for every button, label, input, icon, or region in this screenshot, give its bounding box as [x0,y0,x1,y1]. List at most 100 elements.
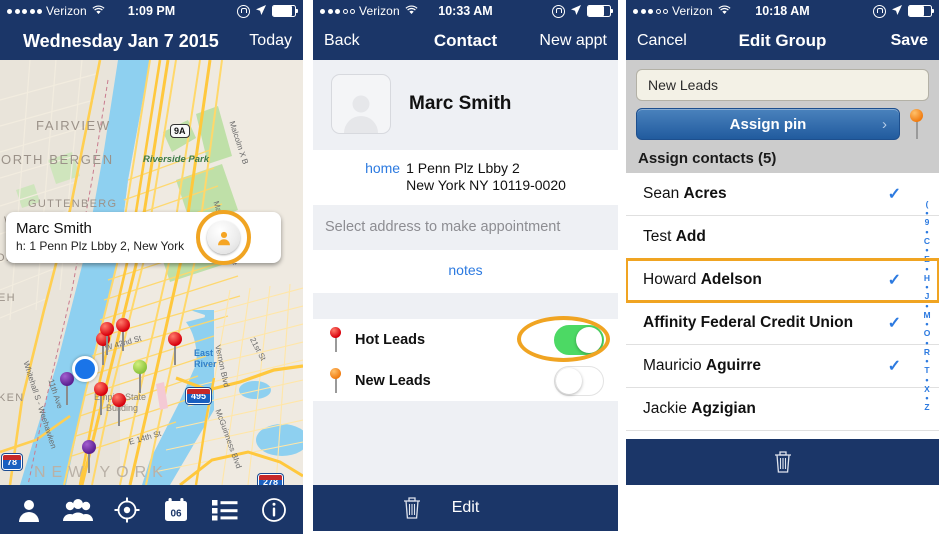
notes-link[interactable]: notes [448,262,482,278]
status-bar-group: Verizon 10:18 AM [626,0,939,22]
battery-icon [587,5,613,17]
select-address-row[interactable]: Select address to make appointment [313,205,618,250]
map-graphics [0,60,303,485]
sidebar-item-info[interactable] [253,493,295,527]
cancel-button[interactable]: Cancel [637,32,687,50]
status-bar-map: Verizon 1:09 PM [0,0,303,22]
nav-bar-contact: Back Contact New appt [313,22,618,60]
interstate-shield-278: 278 [258,474,284,485]
contact-name: Test Add [643,228,706,245]
index-letter[interactable]: Z [924,402,929,413]
group-toggle-new-leads[interactable] [554,365,604,396]
bottom-toolbar-group [626,439,939,485]
pin-icon [330,326,341,353]
group-label: Hot Leads [355,331,426,348]
contacts-list[interactable]: Sean Acres ✓ Test Add Howard Adelson ✓ A… [626,173,939,439]
group-toggle-hot-leads[interactable] [554,324,604,355]
today-button[interactable]: Today [249,32,292,50]
list-item[interactable]: Jackie Agzigian [626,388,939,431]
filler [313,401,618,485]
group-name-input[interactable]: New Leads [636,69,929,101]
panel-contact: Verizon 10:33 AM Back Contact New appt M… [313,0,618,534]
list-item[interactable]: Test Add [626,216,939,259]
list-item[interactable]: Ray Ahrens [626,431,939,439]
person-icon [18,499,39,522]
people-icon [62,498,93,521]
address-row: home 1 Penn Plz Lbby 2 New York NY 10119… [313,160,618,194]
alphabet-index[interactable]: (• 9 • C • E • H • J • M • O • R • T • X • Z [920,173,934,439]
panel-edit-group: Verizon 10:18 AM Cancel Edit Group Save … [626,0,939,534]
highway-shield-9a: 9A [170,124,190,138]
contact-name: Jackie Agzigian [643,400,756,417]
sidebar-item-list[interactable] [204,493,246,527]
contact-name: Howard Adelson [643,271,762,288]
section-gap [313,293,618,319]
contact-body: Marc Smith home 1 Penn Plz Lbby 2 New Yo… [313,60,618,485]
assign-pin-button[interactable]: Assign pin › [636,108,900,140]
rotation-lock-icon [873,4,886,18]
bottom-toolbar-contact: Edit [313,485,618,531]
sidebar-item-locate[interactable] [106,493,148,527]
status-bar-contact: Verizon 10:33 AM [313,0,618,22]
svg-text:06: 06 [170,508,182,519]
location-arrow-icon [255,4,267,18]
group-toggle-list: Hot Leads New Leads [313,316,618,401]
rotation-lock-icon [237,4,250,18]
list-item-selected[interactable]: Howard Adelson ✓ [626,258,939,303]
checkmark-icon: ✓ [887,358,901,375]
assign-pin-label: Assign pin [729,115,807,133]
contact-name: Sean Acres [643,185,727,202]
info-icon [262,497,287,522]
sidebar-item-calendar[interactable]: 06 [155,493,197,527]
screenshot-row: Verizon 1:09 PM Wednesday Jan 7 2015 Tod… [0,0,939,534]
new-appointment-button[interactable]: New appt [539,32,607,50]
person-placeholder-icon [344,95,378,133]
group-row-hot-leads[interactable]: Hot Leads [313,316,618,362]
contact-hero: Marc Smith [313,60,618,150]
map-view[interactable]: FAIRVIEW NORTH BERGEN GUTTENBERG WEST NE… [0,60,303,485]
list-item[interactable]: Sean Acres ✓ [626,173,939,216]
location-arrow-icon [891,4,903,18]
pin-icon[interactable] [910,109,923,139]
address-line-2: New York NY 10119-0020 [406,177,566,193]
checkmark-icon: ✓ [887,272,901,289]
delete-group-button[interactable] [772,450,794,474]
battery-icon [272,5,298,17]
tab-bar: 06 [0,485,303,534]
notes-row[interactable]: notes [313,250,618,293]
assign-contacts-header: Assign contacts (5) [626,146,939,173]
back-button[interactable]: Back [324,32,360,50]
panel-map: Verizon 1:09 PM Wednesday Jan 7 2015 Tod… [0,0,303,534]
callout-highlight-ring [196,210,251,265]
nav-bar-group: Cancel Edit Group Save [626,22,939,60]
edit-button[interactable]: Edit [313,499,618,517]
sidebar-item-groups[interactable] [57,493,99,527]
avatar[interactable] [331,74,391,134]
group-row-new-leads[interactable]: New Leads [313,360,618,401]
location-arrow-icon [570,4,582,18]
checkmark-icon: ✓ [887,186,901,203]
nav-bar-map: Wednesday Jan 7 2015 Today [0,22,303,60]
contact-address-block[interactable]: home 1 Penn Plz Lbby 2 New York NY 10119… [313,150,618,205]
sidebar-item-contacts[interactable] [8,493,50,527]
checkmark-icon: ✓ [887,315,901,332]
list-item[interactable]: Mauricio Aguirre ✓ [626,345,939,388]
group-header-panel: New Leads Assign pin › [626,60,939,146]
group-body: New Leads Assign pin › Assign contacts (… [626,60,939,485]
calendar-icon: 06 [165,497,188,521]
assign-pin-row: Assign pin › [636,108,929,140]
trash-icon [774,451,791,473]
contact-name: Affinity Federal Credit Union [643,314,854,331]
interstate-shield-78: 78 [2,454,23,470]
user-location-dot [72,356,98,382]
pin-icon [330,367,341,394]
contact-name: Mauricio Aguirre [643,357,762,374]
list-item[interactable]: Affinity Federal Credit Union ✓ [626,302,939,345]
interstate-shield-495: 495 [186,388,212,404]
chevron-right-icon: › [882,115,887,133]
address-type-label: home [365,160,401,176]
address-line-1: 1 Penn Plz Lbby 2 [406,160,520,176]
rotation-lock-icon [552,4,565,18]
save-button[interactable]: Save [891,32,928,50]
battery-icon [908,5,934,17]
